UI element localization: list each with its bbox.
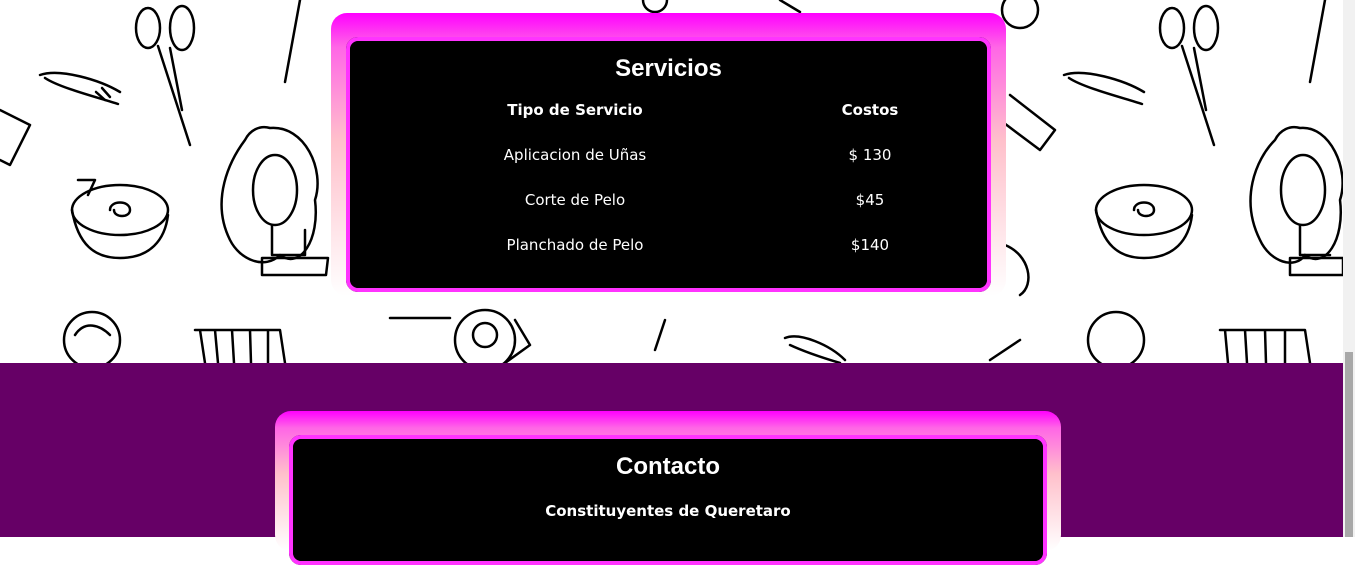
table-row-cost: $ 130 (848, 146, 892, 164)
bobby-pin-icon (38, 71, 122, 106)
bobby-pin-icon (1062, 71, 1146, 106)
hair-dryer-icon (388, 308, 532, 363)
services-title: Servicios (615, 55, 722, 82)
services-column-header-cost: Costos (841, 101, 899, 119)
table-row-service: Planchado de Pelo (506, 236, 644, 254)
services-column-header-type: Tipo de Servicio (507, 101, 643, 119)
contact-panel: Contacto Constituyentes de Queretaro (289, 435, 1047, 565)
comb-icon (0, 108, 32, 167)
services-panel-body: Servicios Tipo de Servicio Costos Aplica… (350, 41, 987, 288)
contact-title: Contacto (616, 453, 720, 480)
contact-address: Constituyentes de Queretaro (545, 502, 791, 520)
brush-icon (193, 328, 287, 363)
hair-dye-bowl-icon (70, 178, 170, 260)
scissors-icon (134, 4, 196, 147)
contact-panel-body: Contacto Constituyentes de Queretaro (293, 439, 1043, 561)
mannequin-head-icon (220, 125, 330, 277)
contact-panel-frame: Contacto Constituyentes de Queretaro (275, 411, 1061, 565)
services-panel: Servicios Tipo de Servicio Costos Aplica… (346, 37, 991, 292)
table-row-service: Aplicacion de Uñas (503, 146, 647, 164)
scrollbar-thumb[interactable] (1345, 352, 1353, 537)
hair-dye-bowl-icon (1094, 183, 1194, 260)
services-panel-frame: Servicios Tipo de Servicio Costos Aplica… (331, 13, 1006, 296)
page-scrollbar[interactable] (1343, 0, 1355, 537)
table-row-cost: $45 (855, 191, 885, 209)
table-row-service: Corte de Pelo (524, 191, 626, 209)
mannequin-head-icon (1249, 125, 1343, 277)
scissors-icon (1158, 4, 1220, 147)
table-row-cost: $140 (850, 236, 890, 254)
